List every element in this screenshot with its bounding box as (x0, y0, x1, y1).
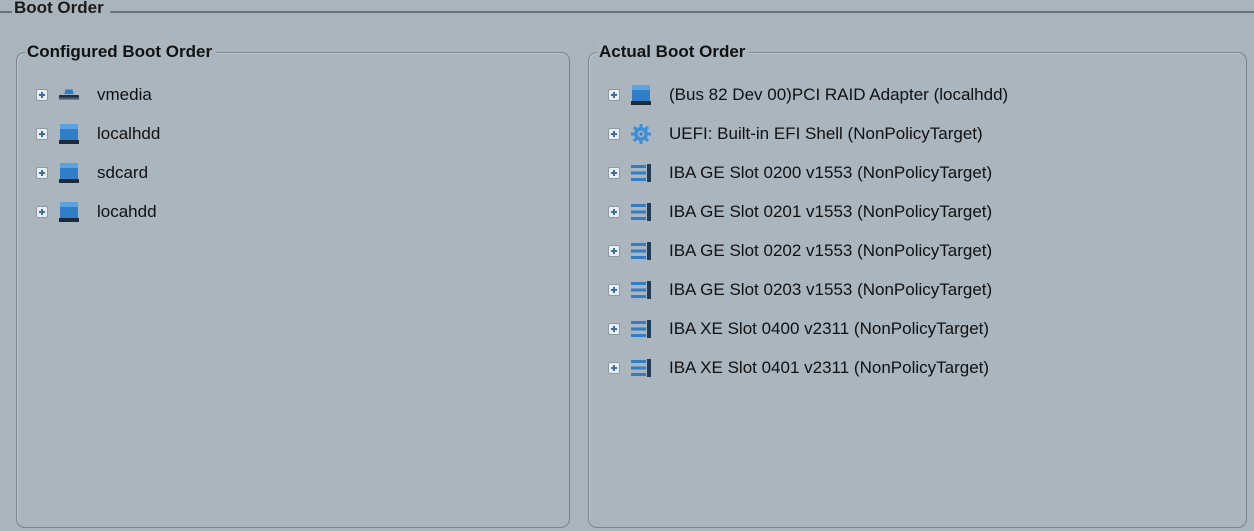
tree-item-iba-ge-0200[interactable]: IBA GE Slot 0200 v1553 (NonPolicyTarget) (589, 153, 1246, 192)
hdd-icon (58, 162, 80, 184)
expand-icon[interactable] (608, 127, 620, 140)
configured-boot-order-panel: Configured Boot Order vmedia localhdd sd… (16, 42, 570, 528)
tree-item-label: UEFI: Built-in EFI Shell (NonPolicyTarge… (669, 123, 983, 143)
expand-icon[interactable] (608, 283, 620, 296)
actual-boot-order-panel: Actual Boot Order (Bus 82 Dev 00)PCI RAI… (588, 42, 1247, 528)
tree-item-iba-ge-0203[interactable]: IBA GE Slot 0203 v1553 (NonPolicyTarget) (589, 270, 1246, 309)
expand-icon[interactable] (608, 322, 620, 335)
tree-item-label: IBA GE Slot 0201 v1553 (NonPolicyTarget) (669, 201, 993, 221)
tree-item-label: IBA XE Slot 0400 v2311 (NonPolicyTarget) (669, 318, 990, 338)
actual-boot-order-tree: (Bus 82 Dev 00)PCI RAID Adapter (localhd… (589, 75, 1246, 387)
configured-boot-order-tree: vmedia localhdd sdcard locahdd (17, 75, 569, 231)
tree-item-iba-xe-0400[interactable]: IBA XE Slot 0400 v2311 (NonPolicyTarget) (589, 309, 1246, 348)
network-icon (630, 357, 652, 379)
tree-item-label: vmedia (97, 84, 152, 104)
tree-item-label: sdcard (97, 162, 149, 182)
hdd-icon (58, 123, 80, 145)
network-icon (630, 318, 652, 340)
tree-item-vmedia[interactable]: vmedia (17, 75, 569, 114)
tree-item-localhdd[interactable]: localhdd (17, 114, 569, 153)
tree-item-iba-ge-0201[interactable]: IBA GE Slot 0201 v1553 (NonPolicyTarget) (589, 192, 1246, 231)
network-icon (630, 240, 652, 262)
actual-boot-order-title: Actual Boot Order (597, 42, 750, 62)
expand-icon[interactable] (608, 361, 620, 374)
vmedia-icon (58, 84, 80, 106)
tree-item-uefi-shell[interactable]: UEFI: Built-in EFI Shell (NonPolicyTarge… (589, 114, 1246, 153)
tree-item-label: IBA GE Slot 0203 v1553 (NonPolicyTarget) (669, 279, 993, 299)
expand-icon[interactable] (36, 127, 48, 140)
tree-item-label: locahdd (97, 201, 157, 221)
network-icon (630, 279, 652, 301)
hdd-icon (58, 201, 80, 223)
boot-order-title: Boot Order (12, 0, 110, 18)
expand-icon[interactable] (608, 244, 620, 257)
boot-order-divider (0, 11, 1254, 13)
tree-item-label: IBA GE Slot 0202 v1553 (NonPolicyTarget) (669, 240, 993, 260)
gear-icon (630, 123, 652, 145)
tree-item-label: IBA GE Slot 0200 v1553 (NonPolicyTarget) (669, 162, 993, 182)
tree-item-iba-xe-0401[interactable]: IBA XE Slot 0401 v2311 (NonPolicyTarget) (589, 348, 1246, 387)
network-icon (630, 201, 652, 223)
tree-item-iba-ge-0202[interactable]: IBA GE Slot 0202 v1553 (NonPolicyTarget) (589, 231, 1246, 270)
tree-item-sdcard[interactable]: sdcard (17, 153, 569, 192)
expand-icon[interactable] (608, 88, 620, 101)
tree-item-locahdd[interactable]: locahdd (17, 192, 569, 231)
expand-icon[interactable] (608, 205, 620, 218)
expand-icon[interactable] (36, 166, 48, 179)
expand-icon[interactable] (36, 88, 48, 101)
tree-item-pci-raid[interactable]: (Bus 82 Dev 00)PCI RAID Adapter (localhd… (589, 75, 1246, 114)
expand-icon[interactable] (608, 166, 620, 179)
hdd-icon (630, 84, 652, 106)
expand-icon[interactable] (36, 205, 48, 218)
tree-item-label: IBA XE Slot 0401 v2311 (NonPolicyTarget) (669, 357, 990, 377)
configured-boot-order-title: Configured Boot Order (25, 42, 217, 62)
tree-item-label: (Bus 82 Dev 00)PCI RAID Adapter (localhd… (669, 84, 1009, 104)
tree-item-label: localhdd (97, 123, 161, 143)
network-icon (630, 162, 652, 184)
